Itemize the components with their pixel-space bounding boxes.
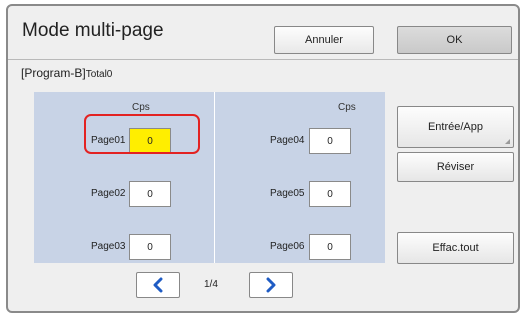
cancel-button[interactable]: Annuler <box>274 26 374 54</box>
ok-button[interactable]: OK <box>397 26 512 54</box>
selection-highlight <box>84 114 200 154</box>
entry-app-label: Entrée/App <box>427 121 484 133</box>
clear-all-button[interactable]: Effac.tout <box>397 232 514 264</box>
page-title: Mode multi-page <box>22 20 164 41</box>
page-indicator: 1/4 <box>204 279 218 290</box>
prev-page-button[interactable] <box>136 272 180 298</box>
copies-header-right: Cps <box>338 102 356 113</box>
chevron-left-icon <box>153 277 163 293</box>
page05-copies-field[interactable]: 0 <box>309 181 351 207</box>
page-label-03: Page03 <box>91 241 126 252</box>
page-label-06: Page06 <box>270 241 305 252</box>
page04-copies-field[interactable]: 0 <box>309 128 351 154</box>
header-divider <box>8 59 518 60</box>
entry-app-button[interactable]: Entrée/App <box>397 106 514 148</box>
next-page-button[interactable] <box>249 272 293 298</box>
column-divider <box>214 92 215 263</box>
revise-button[interactable]: Réviser <box>397 152 514 182</box>
page06-copies-field[interactable]: 0 <box>309 234 351 260</box>
page02-copies-field[interactable]: 0 <box>129 181 171 207</box>
page-label-04: Page04 <box>270 135 305 146</box>
corner-triangle-icon <box>505 139 510 144</box>
copies-header-left: Cps <box>132 102 150 113</box>
page-label-02: Page02 <box>91 188 126 199</box>
page-label-05: Page05 <box>270 188 305 199</box>
chevron-right-icon <box>266 277 276 293</box>
program-info: [Program-B]Total0 <box>21 66 112 80</box>
multi-page-dialog: Mode multi-page Annuler OK [Program-B]To… <box>6 4 520 313</box>
program-name: [Program-B] <box>21 66 86 80</box>
program-total: Total0 <box>85 69 113 80</box>
page03-copies-field[interactable]: 0 <box>129 234 171 260</box>
